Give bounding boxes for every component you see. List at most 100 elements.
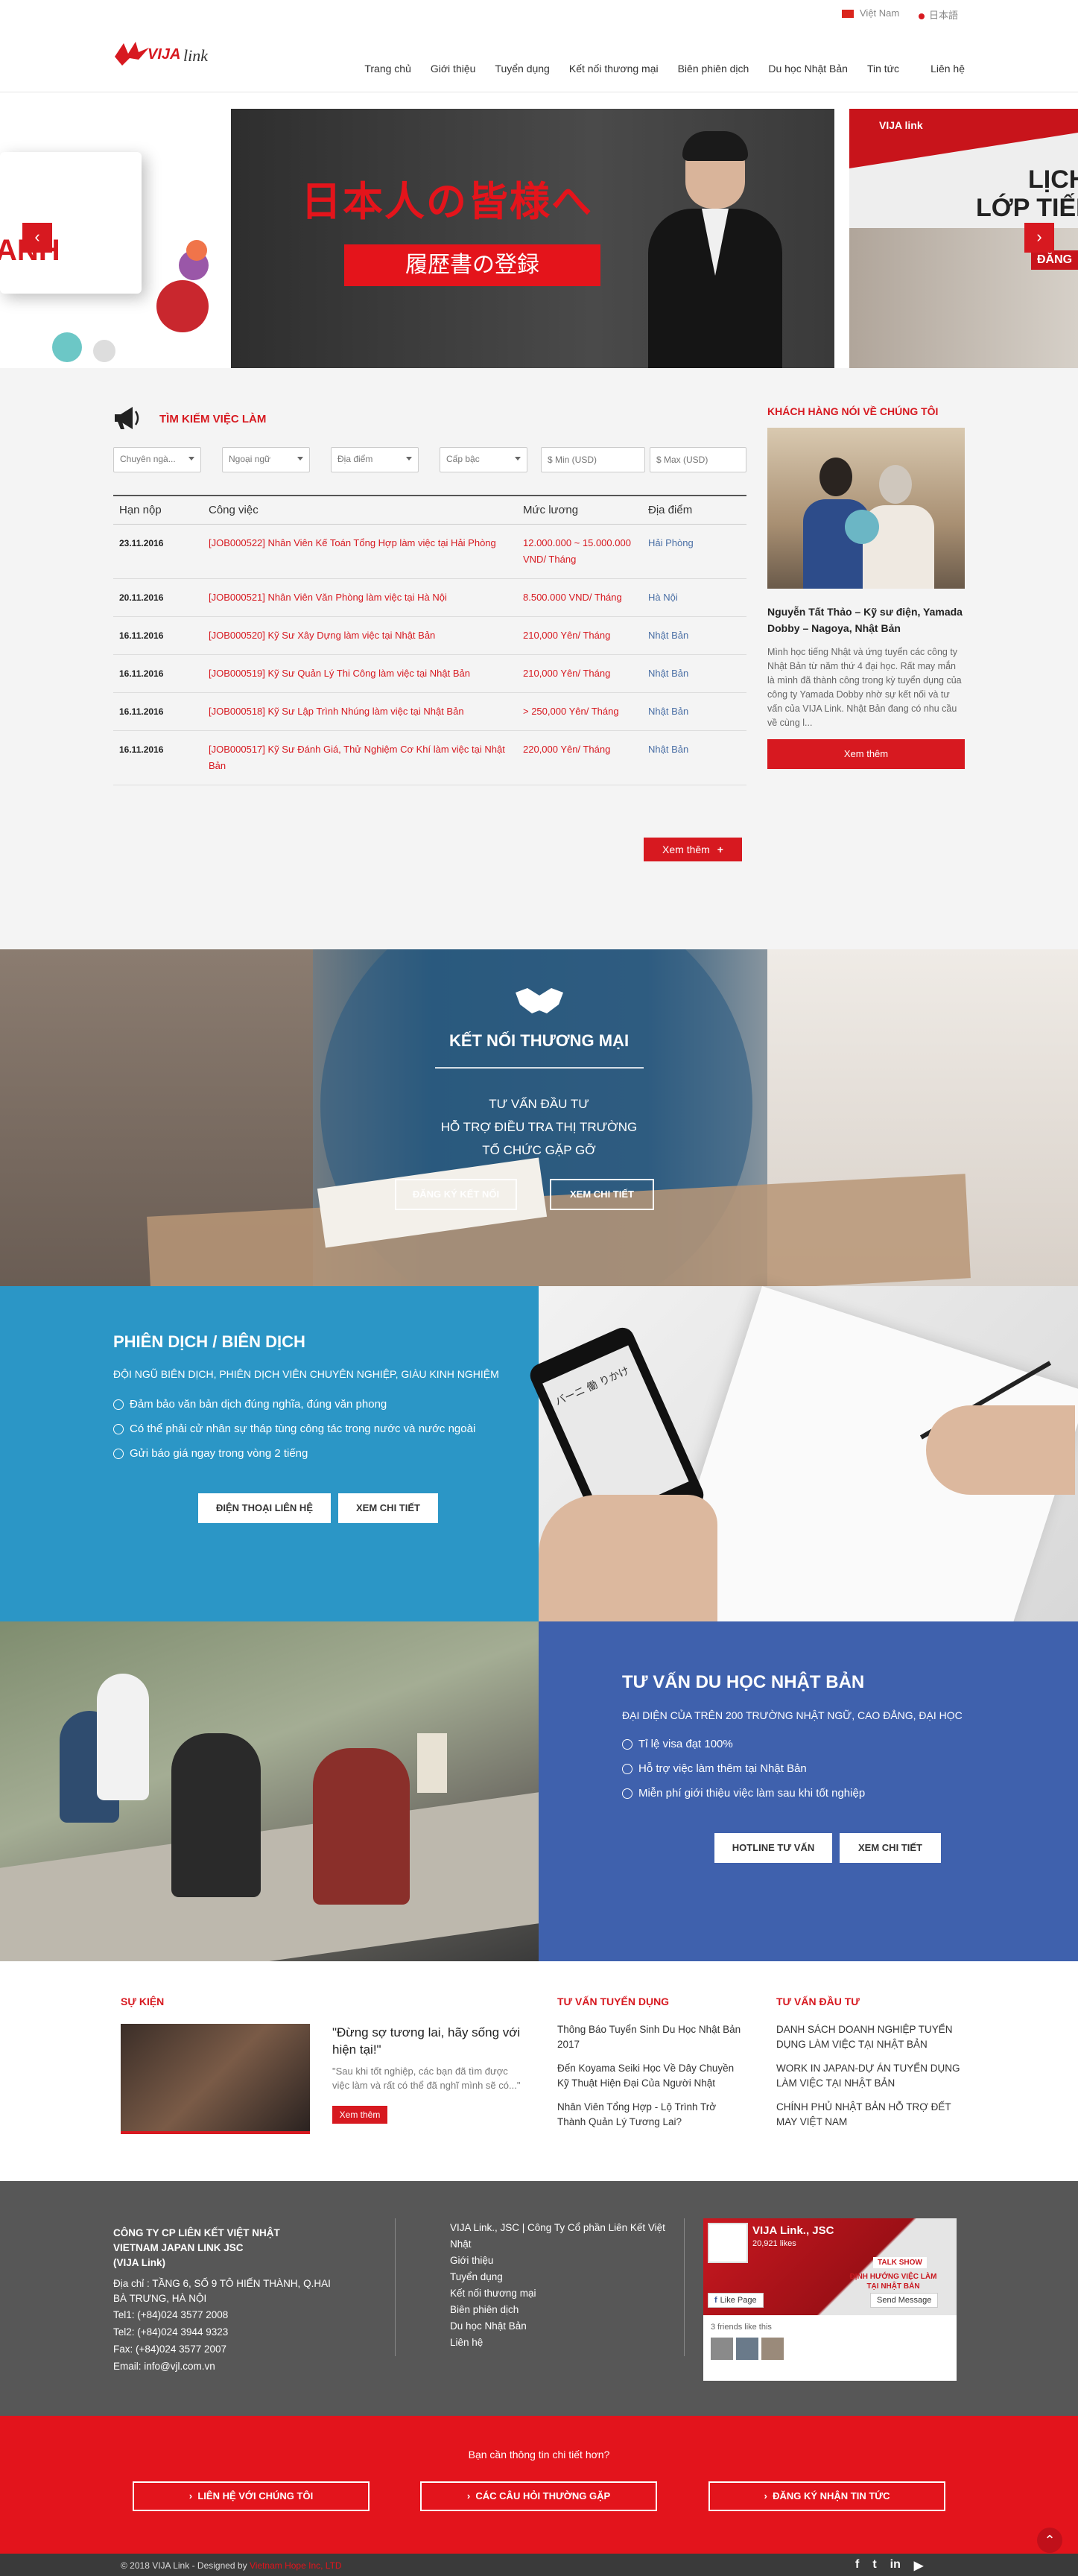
cta-question: Bạn cần thông tin chi tiết hơn?: [468, 2449, 610, 2461]
faq-button[interactable]: › CÁC CÂU HỎI THƯỜNG GẶP: [420, 2481, 657, 2511]
job-title-link[interactable]: [JOB000520] Kỹ Sư Xây Dựng làm việc tại …: [203, 616, 517, 655]
table-row: 16.11.2016 [JOB000518] Kỹ Sư Lập Trình N…: [113, 692, 746, 731]
footer-link[interactable]: Giới thiệu: [450, 2253, 673, 2269]
job-title-link[interactable]: [JOB000517] Kỹ Sư Đánh Giá, Thử Nghiệm C…: [203, 730, 517, 785]
event-quote: "Đừng sợ tương lai, hãy sống với hiện tạ…: [332, 2025, 521, 2057]
job-date: 16.11.2016: [113, 616, 203, 655]
fb-banner-line: ĐỊNH HƯỚNG VIỆC LÀM: [849, 2273, 937, 2281]
handshake-icon: [516, 988, 563, 1013]
job-title-link[interactable]: [JOB000521] Nhân Viên Văn Phòng làm việc…: [203, 578, 517, 617]
salary-max-input[interactable]: [650, 447, 746, 472]
recruit-link[interactable]: Nhân Viên Tổng Hợp - Lộ Trình Trở Thành …: [557, 2100, 743, 2130]
footer-link[interactable]: Kết nối thương mại: [450, 2285, 673, 2302]
job-title-link[interactable]: [JOB000518] Kỹ Sư Lập Trình Nhúng làm vi…: [203, 692, 517, 731]
invest-title: TƯ VẤN ĐẦU TƯ: [776, 1996, 860, 2007]
company-fax: Fax: (+84)024 3577 2007: [113, 2344, 226, 2355]
footer-link[interactable]: Tuyển dụng: [450, 2269, 673, 2285]
invest-link[interactable]: CHÍNH PHỦ NHẬT BẢN HỖ TRỢ ĐẾT MAY VIỆT N…: [776, 2100, 963, 2130]
chevron-right-icon: ›: [466, 2490, 476, 2501]
slide-right-badge: ĐĂNG: [1031, 250, 1078, 270]
nav-study-japan[interactable]: Du học Nhật Bản: [758, 63, 857, 75]
jobs-section: TÌM KIẾM VIỆC LÀM Chuyên ngà... Ngoại ng…: [0, 368, 1078, 949]
lang-vietnam[interactable]: Việt Nam: [842, 7, 899, 19]
avatar[interactable]: [761, 2338, 784, 2360]
nav-about[interactable]: Giới thiệu: [421, 63, 486, 75]
fb-send-button[interactable]: Send Message: [870, 2293, 939, 2308]
avatar[interactable]: [711, 2338, 733, 2360]
slide-right-line2: LỚP TIẾNG: [976, 194, 1078, 222]
copyright-text: © 2018 VIJA Link - Designed by: [121, 2560, 247, 2571]
trade-detail-button[interactable]: XEM CHI TIẾT: [550, 1179, 654, 1210]
fb-page-name[interactable]: VIJA Link., JSC: [752, 2224, 834, 2237]
job-title-link[interactable]: [JOB000522] Nhân Viên Kế Toán Tổng Hợp l…: [203, 524, 517, 579]
nav-trade[interactable]: Kết nối thương mại: [559, 63, 668, 75]
jobs-more-button[interactable]: Xem thêm +: [644, 838, 742, 861]
avatar[interactable]: [736, 2338, 758, 2360]
twitter-icon[interactable]: t: [872, 2558, 876, 2573]
table-row: 23.11.2016 [JOB000522] Nhân Viên Kế Toán…: [113, 524, 746, 579]
event-image[interactable]: [121, 2024, 310, 2134]
job-date: 23.11.2016: [113, 524, 203, 579]
scroll-top-button[interactable]: ⌃: [1037, 2528, 1062, 2553]
subscribe-button[interactable]: › ĐĂNG KÝ NHẬN TIN TỨC: [708, 2481, 945, 2511]
social-links: f t in ▶: [855, 2558, 923, 2573]
lang-japan-label: 日本語: [929, 10, 959, 21]
fb-banner-line: TẠI NHẬT BẢN: [866, 2282, 920, 2291]
filter-major[interactable]: Chuyên ngà...: [113, 447, 201, 472]
company-info: CÔNG TY CP LIÊN KẾT VIỆT NHẬT VIETNAM JA…: [113, 2226, 337, 2375]
fb-like-button[interactable]: f Like Page: [708, 2293, 764, 2308]
hotline-button[interactable]: HOTLINE TƯ VẤN: [714, 1833, 832, 1863]
facebook-icon[interactable]: f: [855, 2558, 859, 2573]
invest-link[interactable]: WORK IN JAPAN-DỰ ÁN TUYỂN DỤNG LÀM VIỆC …: [776, 2061, 963, 2091]
nav-contact[interactable]: Liên hệ: [921, 63, 965, 75]
trade-line: TỔ CHỨC GẶP GỠ: [482, 1143, 596, 1157]
site-logo[interactable]: VIJA link: [113, 37, 218, 75]
footer-link[interactable]: Biên phiên dịch: [450, 2302, 673, 2318]
footer-divider: [684, 2218, 685, 2356]
chevron-down-icon: [297, 457, 303, 461]
nav-recruitment[interactable]: Tuyển dụng: [485, 63, 559, 75]
recruit-link[interactable]: Đến Koyama Seiki Học Về Dây Chuyền Kỹ Th…: [557, 2061, 743, 2091]
event-more-button[interactable]: Xem thêm: [332, 2106, 387, 2124]
event-text: "Sau khi tốt nghiệp, các bạn đã tìm được…: [332, 2066, 521, 2091]
invest-link[interactable]: DANH SÁCH DOANH NGHIỆP TUYỂN DỤNG LÀM VI…: [776, 2022, 963, 2052]
recruit-link[interactable]: Thông Báo Tuyển Sinh Du Học Nhật Bản 201…: [557, 2022, 743, 2052]
job-title-link[interactable]: [JOB000519] Kỹ Sư Quản Lý Thi Công làm v…: [203, 654, 517, 693]
filter-language[interactable]: Ngoại ngữ: [222, 447, 310, 472]
phone-contact-button[interactable]: ĐIỆN THOẠI LIÊN HỆ: [198, 1493, 331, 1523]
facebook-icon: f: [714, 2296, 717, 2305]
nav-translation[interactable]: Biên phiên dịch: [668, 63, 759, 75]
hero-slider: ANH ‹ 日本人の皆様へ 履歴書の登録 VIJA link LỊCH LỚP …: [0, 92, 1078, 370]
translation-detail-button[interactable]: XEM CHI TIẾT: [338, 1493, 438, 1523]
company-email[interactable]: Email: info@vjl.com.vn: [113, 2358, 337, 2375]
filter-level[interactable]: Cấp bậc: [440, 447, 527, 472]
slider-prev-button[interactable]: ‹: [22, 223, 52, 253]
lang-vietnam-label: Việt Nam: [860, 7, 900, 19]
col-deadline: Hạn nộp: [113, 495, 203, 525]
linkedin-icon[interactable]: in: [890, 2558, 901, 2573]
youtube-icon[interactable]: ▶: [914, 2558, 923, 2573]
list-item: Hỗ trợ việc làm thêm tại Nhật Bản: [622, 1762, 865, 1775]
footer-link[interactable]: Du học Nhật Bản: [450, 2318, 673, 2335]
filter-location-label: Địa điểm: [337, 454, 373, 464]
slider-next-button[interactable]: ›: [1024, 223, 1054, 253]
nav-news[interactable]: Tin tức: [857, 63, 909, 75]
contact-us-button[interactable]: › LIÊN HỆ VỚI CHÚNG TÔI: [133, 2481, 370, 2511]
lang-japan[interactable]: 日本語: [919, 7, 958, 22]
register-connect-button[interactable]: ĐĂNG KÝ KẾT NỐI: [395, 1179, 517, 1210]
nav-home[interactable]: Trang chủ: [355, 63, 421, 75]
footer-link[interactable]: VIJA Link., JSC | Công Ty Cổ phần Liên K…: [450, 2220, 673, 2253]
col-salary: Mức lương: [517, 495, 642, 525]
designer-link[interactable]: Vietnam Hope Inc, LTD: [250, 2560, 342, 2571]
fb-friend-avatars: [711, 2338, 784, 2360]
study-detail-button[interactable]: XEM CHI TIẾT: [840, 1833, 941, 1863]
table-row: 16.11.2016 [JOB000520] Kỹ Sư Xây Dựng là…: [113, 616, 746, 655]
events-column: SỰ KIỆN "Đừng sợ tương lai, hãy sống với…: [121, 1996, 538, 2134]
company-address: Địa chỉ : TẦNG 6, SỐ 9 TÔ HIẾN THÀNH, Q.…: [113, 2278, 331, 2304]
footer-link[interactable]: Liên hệ: [450, 2335, 673, 2351]
filter-location[interactable]: Địa điểm: [331, 447, 419, 472]
salary-min-input[interactable]: [541, 447, 645, 472]
facebook-widget: VIJA Link., JSC 20,921 likes TALK SHOW Đ…: [703, 2218, 957, 2381]
testimonial-more-button[interactable]: Xem thêm: [767, 739, 965, 769]
testimonial-text: Mình học tiếng Nhật và ứng tuyển các côn…: [767, 647, 962, 728]
